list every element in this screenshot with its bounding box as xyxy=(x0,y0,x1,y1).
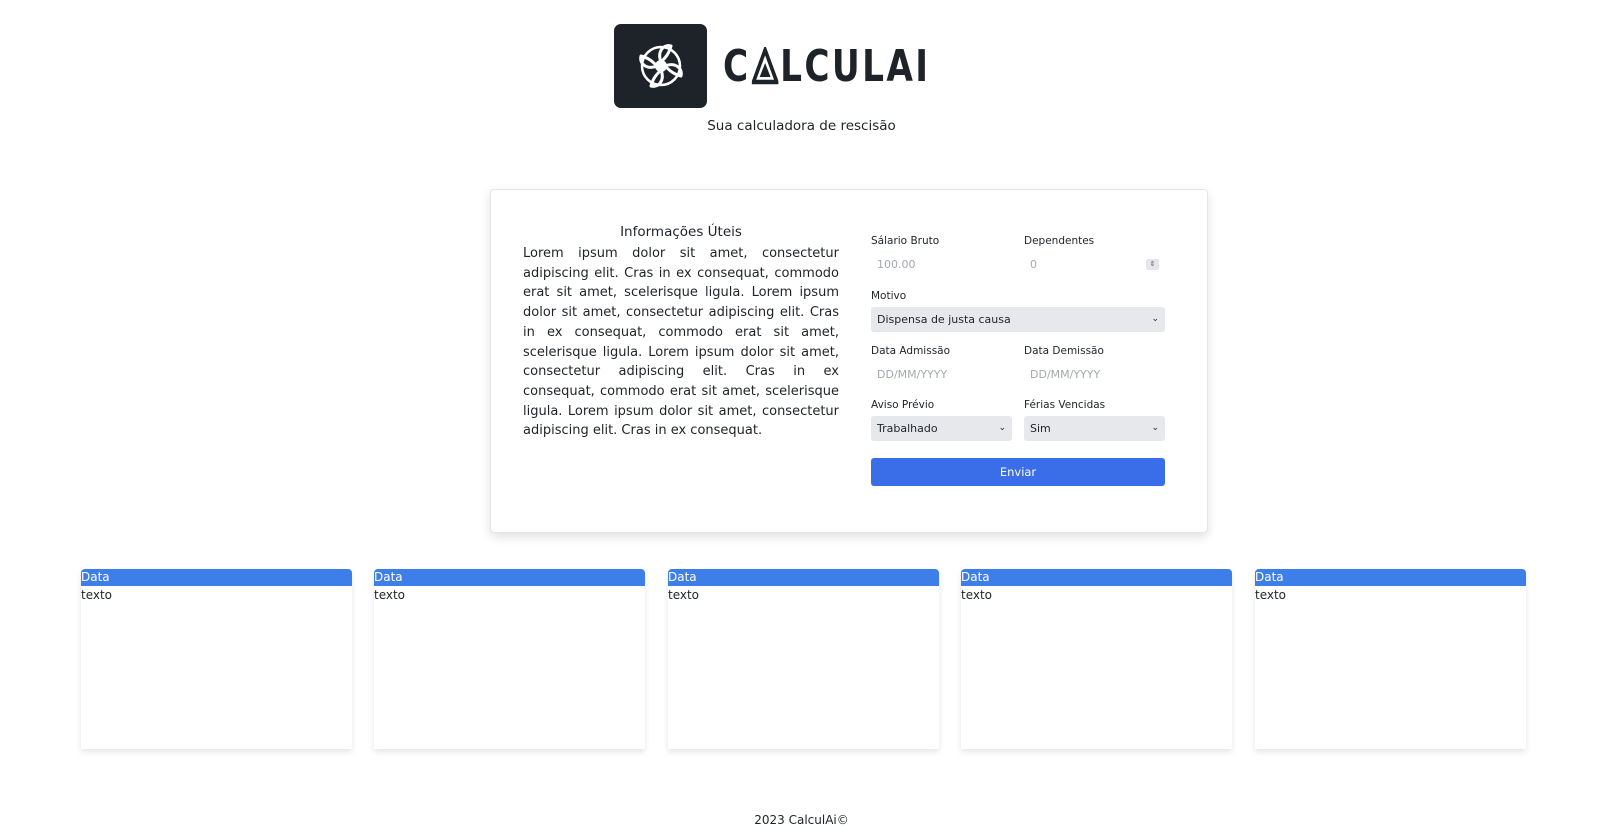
rescission-form: Sálario Bruto 100.00 Dependentes 0 ⇕ Mot… xyxy=(871,235,1165,486)
data-card-header: Data xyxy=(1255,569,1526,586)
data-card: Data texto xyxy=(668,569,939,749)
aviso-value: Trabalhado xyxy=(877,422,938,435)
salario-input[interactable]: 100.00 xyxy=(871,252,1012,277)
ferias-select[interactable]: Sim ⌄ xyxy=(1024,416,1165,441)
logo xyxy=(614,24,708,108)
spinner-icon[interactable]: ⇕ xyxy=(1146,259,1159,270)
dependentes-field: Dependentes 0 ⇕ xyxy=(1024,235,1165,277)
data-card-header: Data xyxy=(374,569,645,586)
data-card-body: texto xyxy=(668,588,700,602)
triangle-a-icon xyxy=(752,47,779,85)
data-card-body: texto xyxy=(1255,588,1287,602)
data-card-header: Data xyxy=(961,569,1232,586)
brand-name-start: C xyxy=(723,40,751,92)
ferias-value: Sim xyxy=(1030,422,1051,435)
brand-wordmark: C LCULAI xyxy=(723,24,930,108)
data-card-body: texto xyxy=(374,588,406,602)
data-card: Data texto xyxy=(81,569,352,749)
salario-label: Sálario Bruto xyxy=(871,235,940,247)
motivo-label: Motivo xyxy=(871,290,907,302)
aviso-select[interactable]: Trabalhado ⌄ xyxy=(871,416,1012,441)
chevron-down-icon: ⌄ xyxy=(1151,423,1159,433)
data-card: Data texto xyxy=(1255,569,1526,749)
data-card: Data texto xyxy=(374,569,645,749)
admissao-label: Data Admissão xyxy=(871,345,951,357)
demissao-input[interactable]: DD/MM/YYYY xyxy=(1024,362,1165,387)
demissao-label: Data Demissão xyxy=(1024,345,1104,357)
admissao-field: Data Admissão DD/MM/YYYY xyxy=(871,345,1012,387)
footer-copyright: 2023 CalculAi© xyxy=(754,813,849,827)
chevron-down-icon: ⌄ xyxy=(998,423,1006,433)
motivo-value: Dispensa de justa causa xyxy=(877,313,1011,326)
data-cards: Data texto Data texto Data texto Data te… xyxy=(81,569,1527,749)
aviso-field: Aviso Prévio Trabalhado ⌄ xyxy=(871,399,1012,441)
demissao-field: Data Demissão DD/MM/YYYY xyxy=(1024,345,1165,387)
submit-button[interactable]: Enviar xyxy=(871,458,1165,486)
ferias-label: Férias Vencidas xyxy=(1024,399,1106,411)
dependentes-input[interactable]: 0 ⇕ xyxy=(1024,252,1165,277)
data-card-header: Data xyxy=(668,569,939,586)
ferias-field: Férias Vencidas Sim ⌄ xyxy=(1024,399,1165,441)
data-card-body: texto xyxy=(81,588,113,602)
chevron-down-icon: ⌄ xyxy=(1151,314,1159,324)
motivo-select[interactable]: Dispensa de justa causa ⌄ xyxy=(871,307,1165,332)
data-card-body: texto xyxy=(961,588,993,602)
tagline: Sua calculadora de rescisão xyxy=(707,118,896,134)
salario-field: Sálario Bruto 100.00 xyxy=(871,235,1012,277)
dependentes-label: Dependentes xyxy=(1024,235,1095,247)
aperture-flower-icon xyxy=(638,44,683,88)
info-title: Informações Úteis xyxy=(620,224,742,240)
dependentes-placeholder: 0 xyxy=(1030,258,1037,271)
brand[interactable]: C LCULAI xyxy=(614,24,989,108)
calculator-card: Informações Úteis Lorem ipsum dolor sit … xyxy=(490,189,1208,533)
site-header: C LCULAI Sua calculadora de rescisão xyxy=(0,24,1603,134)
admissao-input[interactable]: DD/MM/YYYY xyxy=(871,362,1012,387)
info-section: Informações Úteis Lorem ipsum dolor sit … xyxy=(523,224,839,441)
info-text: Lorem ipsum dolor sit amet, consectetur … xyxy=(523,246,839,439)
motivo-field: Motivo Dispensa de justa causa ⌄ xyxy=(871,290,1165,332)
brand-name-end: LCULAI xyxy=(780,40,931,92)
aviso-label: Aviso Prévio xyxy=(871,399,935,411)
data-card: Data texto xyxy=(961,569,1232,749)
data-card-header: Data xyxy=(81,569,352,586)
